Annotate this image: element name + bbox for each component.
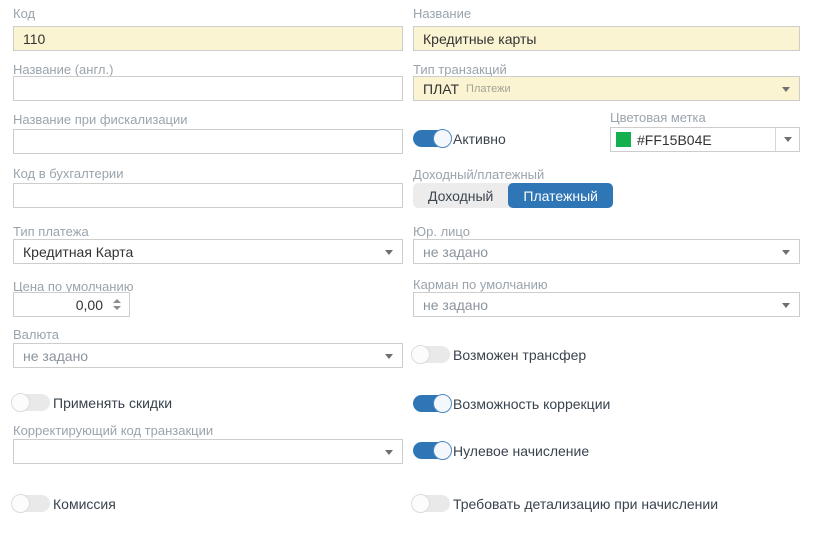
legal-entity-label: Юр. лицо bbox=[413, 224, 470, 239]
default-pocket-select[interactable]: не задано bbox=[413, 292, 800, 317]
correcting-code-label: Корректирующий код транзакции bbox=[13, 423, 213, 438]
correction-row: Возможность коррекции bbox=[413, 394, 610, 413]
transfer-label: Возможен трансфер bbox=[453, 347, 586, 363]
color-tag-value: #FF15B04E bbox=[637, 132, 712, 148]
currency-label: Валюта bbox=[13, 327, 59, 342]
spinner-buttons[interactable] bbox=[113, 299, 121, 310]
currency-select[interactable]: не задано bbox=[13, 343, 403, 368]
apply-discounts-row: Применять скидки bbox=[13, 393, 172, 412]
income-payment-label: Доходный/платежный bbox=[413, 167, 544, 182]
active-toggle[interactable] bbox=[413, 130, 450, 147]
apply-discounts-toggle[interactable] bbox=[13, 394, 50, 411]
default-pocket-label: Карман по умолчанию bbox=[413, 277, 548, 292]
segment-payment-button[interactable]: Платежный bbox=[508, 183, 613, 208]
require-detail-row: Требовать детализацию при начислении bbox=[413, 494, 718, 513]
name-input[interactable] bbox=[413, 26, 800, 51]
chevron-down-icon bbox=[782, 250, 790, 255]
transaction-type-select[interactable]: ПЛАТ Платежи bbox=[413, 76, 800, 101]
legal-entity-select[interactable]: не задано bbox=[413, 239, 800, 264]
legal-entity-value: не задано bbox=[423, 244, 488, 260]
toggle-knob bbox=[11, 393, 30, 412]
commission-row: Комиссия bbox=[13, 494, 116, 513]
toggle-knob bbox=[411, 494, 430, 513]
income-payment-segmented: Доходный Платежный bbox=[413, 183, 613, 208]
toggle-knob bbox=[433, 441, 452, 460]
payment-kind-label: Тип платежа bbox=[13, 224, 89, 239]
code-label: Код bbox=[13, 6, 35, 21]
chevron-down-icon bbox=[782, 87, 790, 92]
accounting-code-input[interactable] bbox=[13, 183, 403, 208]
chevron-down-icon bbox=[385, 250, 393, 255]
correcting-code-select[interactable] bbox=[13, 439, 403, 464]
transfer-toggle[interactable] bbox=[413, 346, 450, 363]
zero-accrual-row: Нулевое начисление bbox=[413, 441, 589, 460]
chevron-down-icon bbox=[784, 137, 792, 142]
correction-label: Возможность коррекции bbox=[453, 396, 610, 412]
commission-toggle[interactable] bbox=[13, 495, 50, 512]
segment-income-button[interactable]: Доходный bbox=[413, 183, 508, 208]
toggle-knob bbox=[433, 394, 452, 413]
correction-toggle[interactable] bbox=[413, 395, 450, 412]
color-dropdown-button[interactable] bbox=[775, 128, 799, 151]
default-price-value: 0,00 bbox=[76, 297, 103, 313]
apply-discounts-label: Применять скидки bbox=[53, 395, 172, 411]
color-tag-select[interactable]: #FF15B04E bbox=[610, 127, 800, 152]
fiscal-name-input[interactable] bbox=[13, 129, 403, 154]
require-detail-toggle[interactable] bbox=[413, 495, 450, 512]
color-swatch bbox=[616, 132, 631, 147]
name-label: Название bbox=[413, 6, 471, 21]
name-en-input[interactable] bbox=[13, 76, 403, 101]
payment-kind-select[interactable]: Кредитная Карта bbox=[13, 239, 403, 264]
spinner-up-icon[interactable] bbox=[113, 299, 121, 303]
toggle-knob bbox=[11, 494, 30, 513]
chevron-down-icon bbox=[385, 450, 393, 455]
transaction-type-label: Тип транзакций bbox=[413, 62, 507, 77]
default-pocket-value: не задано bbox=[423, 297, 488, 313]
accounting-code-label: Код в бухгалтерии bbox=[13, 166, 123, 181]
zero-accrual-toggle[interactable] bbox=[413, 442, 450, 459]
spinner-down-icon[interactable] bbox=[113, 306, 121, 310]
transaction-type-description: Платежи bbox=[466, 83, 511, 95]
chevron-down-icon bbox=[385, 354, 393, 359]
currency-value: не задано bbox=[23, 348, 88, 364]
payment-kind-value: Кредитная Карта bbox=[23, 244, 133, 260]
fiscal-name-label: Название при фискализации bbox=[13, 112, 188, 127]
active-label: Активно bbox=[453, 131, 506, 147]
default-price-spinner[interactable]: 0,00 bbox=[13, 292, 130, 317]
color-tag-label: Цветовая метка bbox=[610, 110, 706, 125]
transaction-type-code: ПЛАТ bbox=[423, 81, 459, 97]
toggle-knob bbox=[411, 345, 430, 364]
name-en-label: Название (англ.) bbox=[13, 62, 113, 77]
transfer-row: Возможен трансфер bbox=[413, 345, 586, 364]
commission-label: Комиссия bbox=[53, 496, 116, 512]
zero-accrual-label: Нулевое начисление bbox=[453, 443, 589, 459]
chevron-down-icon bbox=[782, 303, 790, 308]
require-detail-label: Требовать детализацию при начислении bbox=[453, 496, 718, 512]
active-row: Активно bbox=[413, 129, 506, 148]
toggle-knob bbox=[433, 129, 452, 148]
payment-type-form: Код Название (англ.) Название при фискал… bbox=[0, 0, 820, 559]
code-input[interactable] bbox=[13, 26, 403, 51]
